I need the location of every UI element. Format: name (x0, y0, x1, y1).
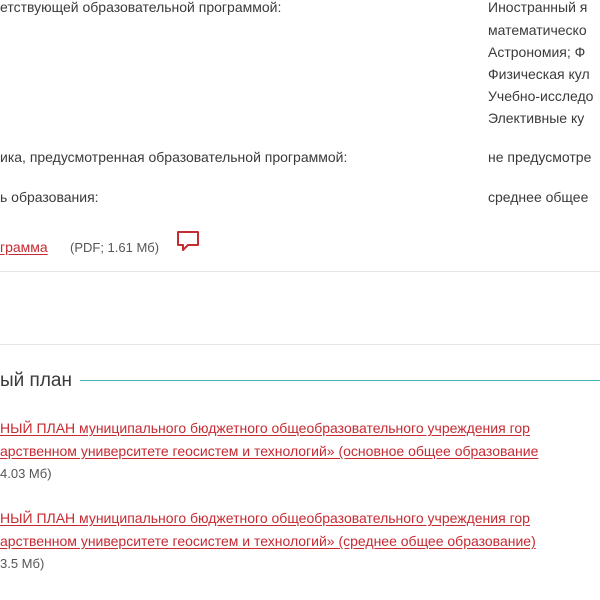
document-link-line1[interactable]: НЫЙ ПЛАН муниципального бюджетного общео… (0, 508, 530, 528)
section-title: ый план (0, 370, 72, 391)
practice-label: ика, предусмотренная образовательной про… (0, 149, 348, 165)
practice-value: не предусмотре (488, 149, 592, 165)
section-divider (0, 344, 600, 345)
document-link-line2[interactable]: арственном университете геосистем и техн… (0, 441, 538, 461)
subject-item: Иностранный я (488, 0, 588, 15)
file-meta: (PDF; 1.61 Мб) (70, 240, 160, 255)
program-label: етствующей образовательной программой: (0, 0, 282, 15)
document-link-line2[interactable]: арственном университете геосистем и техн… (0, 531, 536, 551)
subject-item: Учебно-исследо (488, 88, 594, 104)
document-meta: 4.03 Мб) (0, 466, 52, 481)
subject-item: Элективные ку (488, 110, 585, 126)
education-level-label: ь образования: (0, 189, 99, 205)
program-file-link[interactable]: грамма (0, 237, 48, 257)
education-level-value: среднее общее (488, 189, 589, 205)
subject-item: Астрономия; Ф (488, 44, 586, 60)
speech-bubble-icon[interactable] (176, 229, 200, 253)
section-divider (0, 271, 600, 272)
subject-item: Физическая кул (488, 66, 590, 82)
document-link-line1[interactable]: НЫЙ ПЛАН муниципального бюджетного общео… (0, 418, 530, 438)
document-meta: 3.5 Мб) (0, 556, 45, 571)
heading-rule (80, 380, 600, 381)
subject-item: математическо (488, 22, 587, 38)
